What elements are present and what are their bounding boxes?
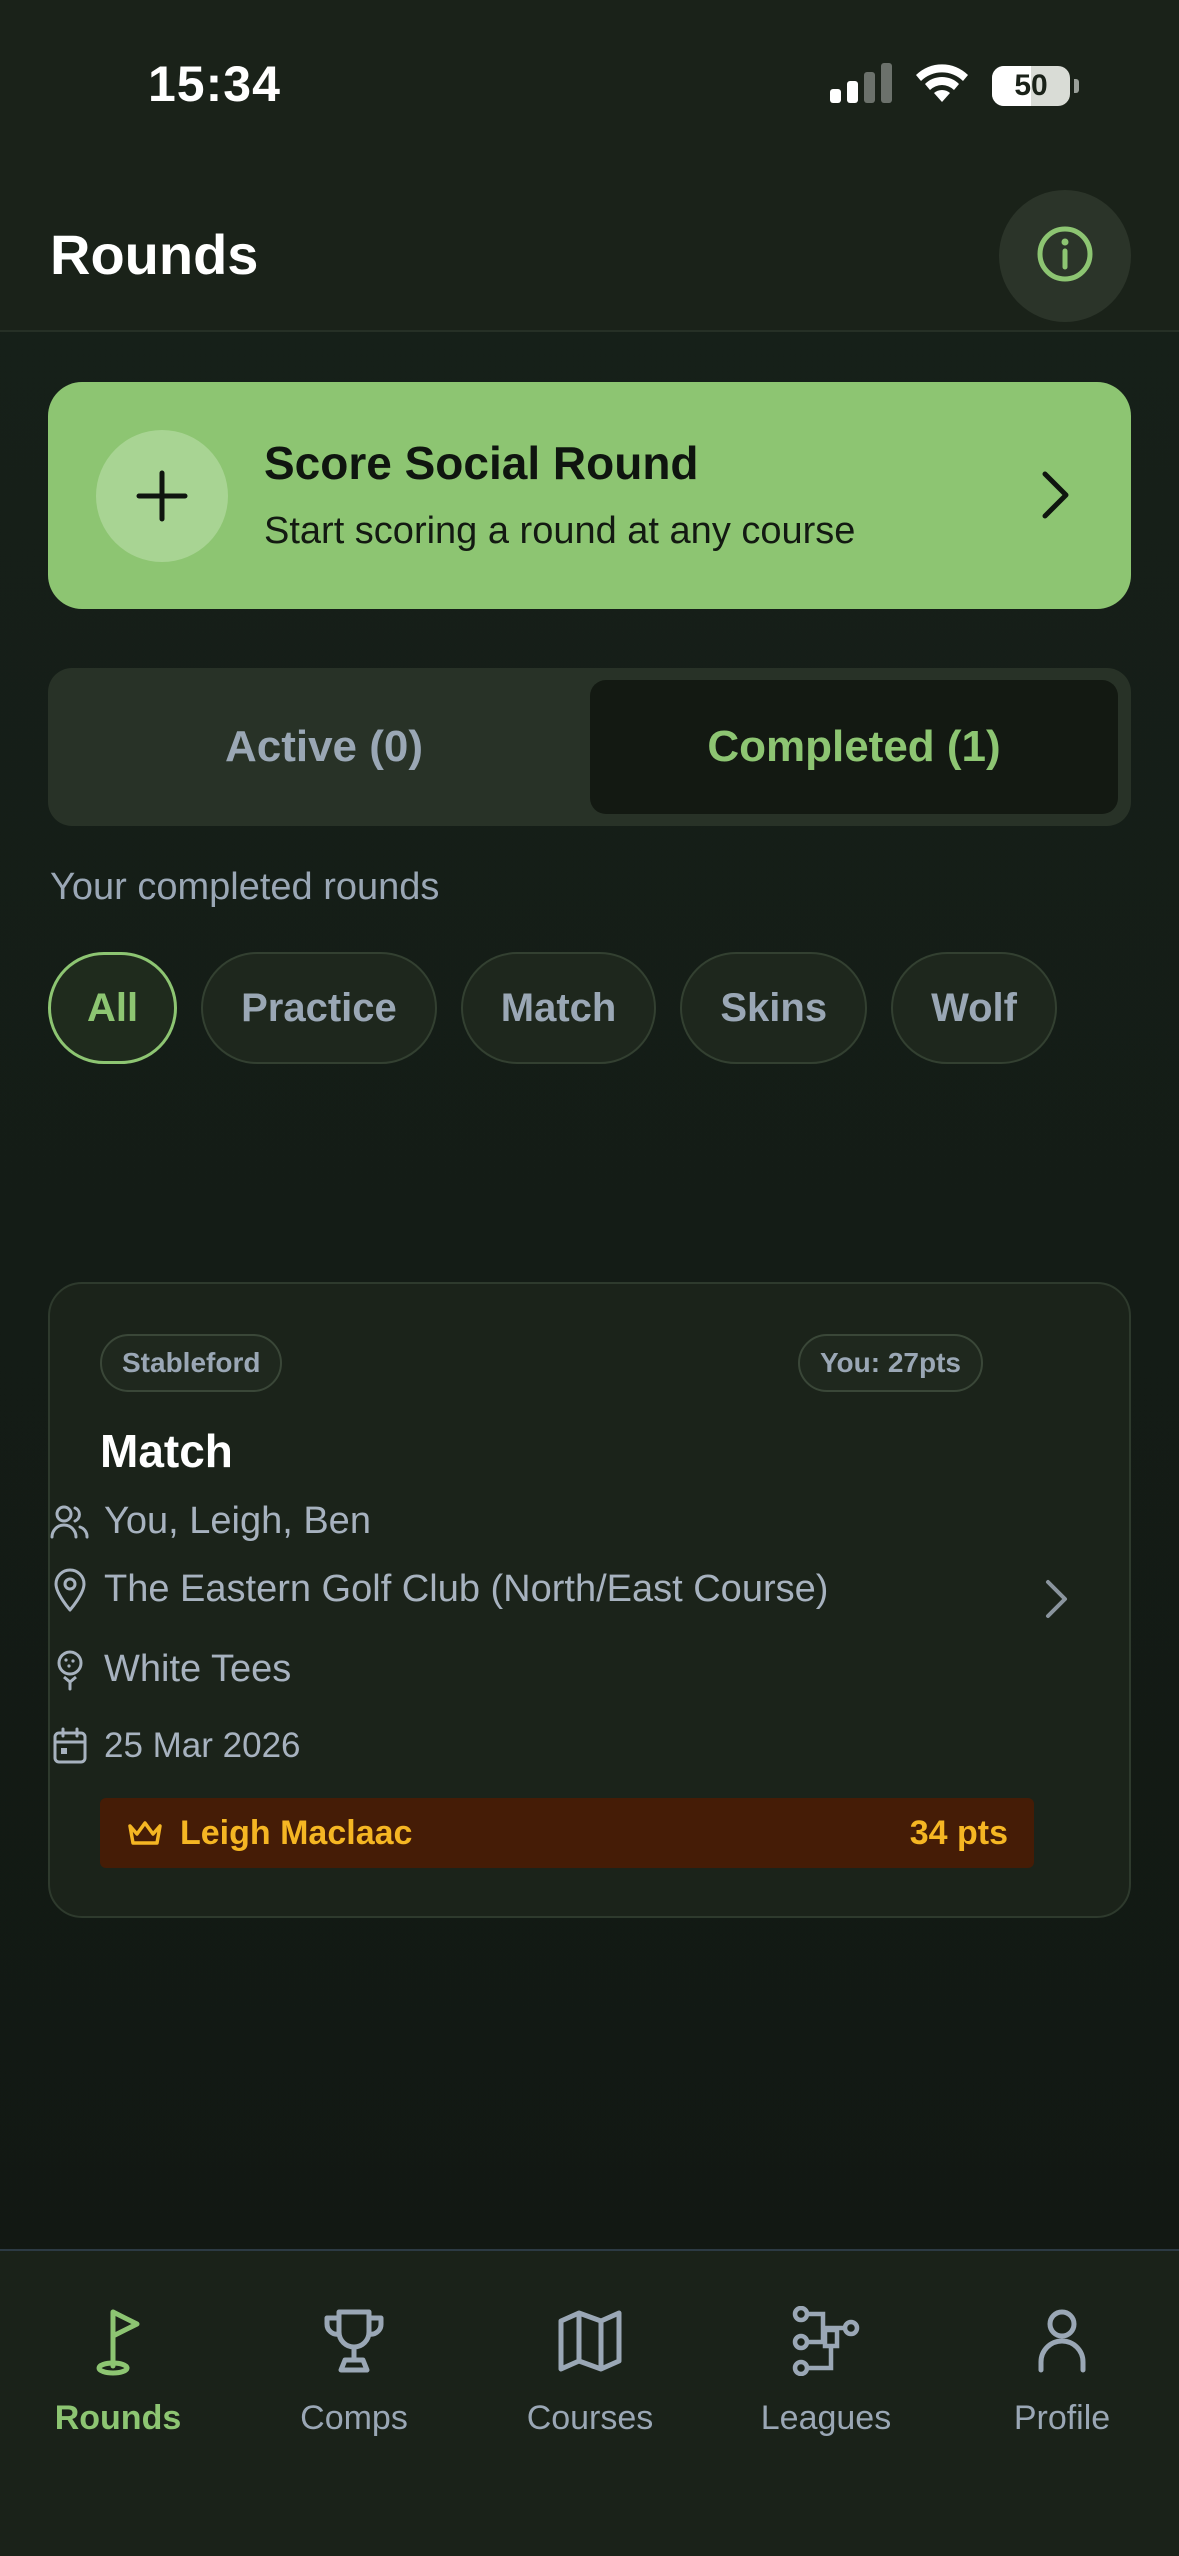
tab-label: Rounds bbox=[54, 2399, 182, 2437]
format-badge: Stableford bbox=[100, 1334, 283, 1392]
tab-comps[interactable]: Comps bbox=[236, 2301, 472, 2438]
date-row: 25 Mar 2026 bbox=[50, 1726, 301, 1766]
tab-profile[interactable]: Profile bbox=[944, 2301, 1179, 2438]
score-social-round-button[interactable]: Score Social Round Start scoring a round… bbox=[48, 382, 1131, 609]
chevron-right-icon bbox=[1039, 470, 1071, 525]
info-icon bbox=[1035, 224, 1095, 289]
tees-row: White Tees bbox=[50, 1648, 291, 1691]
tab-label: Profile bbox=[1013, 2399, 1111, 2437]
players-row: You, Leigh, Ben bbox=[50, 1500, 371, 1543]
tab-label: Leagues bbox=[760, 2399, 892, 2437]
section-label: Your completed rounds bbox=[50, 866, 440, 908]
winner-name: Leigh Maclaac bbox=[180, 1813, 413, 1852]
social-round-subtitle: Start scoring a round at any course bbox=[264, 510, 856, 552]
tab-completed[interactable]: Completed (1) bbox=[590, 680, 1118, 814]
tab-active[interactable]: Active (0) bbox=[60, 680, 588, 814]
map-icon bbox=[557, 2301, 623, 2381]
battery-level: 50 bbox=[1014, 68, 1048, 102]
tees-text: White Tees bbox=[104, 1648, 292, 1690]
filter-chip-wolf[interactable]: Wolf bbox=[891, 952, 1057, 1064]
date-text: 25 Mar 2026 bbox=[104, 1726, 301, 1765]
tab-leagues[interactable]: Leagues bbox=[708, 2301, 944, 2438]
your-score-badge: You: 27pts bbox=[797, 1334, 983, 1392]
filter-chip-skins[interactable]: Skins bbox=[680, 952, 868, 1064]
page-title: Rounds bbox=[50, 223, 259, 286]
status-time: 15:34 bbox=[148, 56, 281, 112]
course-text: The Eastern Golf Club (North/East Course… bbox=[104, 1568, 829, 1610]
players-text: You, Leigh, Ben bbox=[104, 1500, 371, 1542]
trophy-icon bbox=[321, 2301, 387, 2381]
winner-points: 34 pts bbox=[909, 1813, 1008, 1852]
tab-rounds[interactable]: Rounds bbox=[0, 2301, 236, 2438]
tab-label: Courses bbox=[526, 2399, 654, 2437]
tab-label: Comps bbox=[300, 2399, 408, 2437]
chevron-right-icon bbox=[1043, 1578, 1069, 1625]
plus-icon bbox=[96, 430, 228, 562]
users-icon bbox=[50, 1502, 90, 1542]
bracket-icon bbox=[791, 2301, 861, 2381]
battery-nub bbox=[1074, 78, 1079, 93]
flag-icon bbox=[93, 2301, 143, 2381]
status-icons: 50 bbox=[830, 62, 1079, 109]
signal-icon bbox=[830, 63, 892, 108]
calendar-icon bbox=[50, 1726, 90, 1766]
filter-chip-practice[interactable]: Practice bbox=[201, 952, 437, 1064]
social-round-title: Score Social Round bbox=[264, 437, 699, 489]
crown-icon bbox=[126, 1818, 164, 1848]
golf-ball-icon bbox=[50, 1650, 90, 1690]
filter-chip-all[interactable]: All bbox=[48, 952, 178, 1064]
user-icon bbox=[1037, 2301, 1087, 2381]
map-pin-icon bbox=[50, 1568, 90, 1611]
info-button[interactable] bbox=[999, 190, 1131, 322]
round-title: Match bbox=[100, 1425, 233, 1477]
wifi-icon bbox=[914, 62, 970, 109]
winner-banner: Leigh Maclaac 34 pts bbox=[100, 1798, 1034, 1868]
course-row: The Eastern Golf Club (North/East Course… bbox=[50, 1568, 828, 1611]
round-status-segmented-control: Active (0) Completed (1) bbox=[48, 668, 1131, 826]
filter-chip-match[interactable]: Match bbox=[460, 952, 657, 1064]
status-bar: 15:34 50 bbox=[0, 0, 1179, 170]
filter-chips: All Practice Match Skins Wolf bbox=[48, 952, 1057, 1064]
header: Rounds bbox=[0, 170, 1179, 332]
battery-icon: 50 bbox=[992, 65, 1070, 106]
bottom-tab-bar: Rounds Comps Courses Leagues Profile bbox=[0, 2249, 1179, 2556]
tab-courses[interactable]: Courses bbox=[472, 2301, 708, 2438]
